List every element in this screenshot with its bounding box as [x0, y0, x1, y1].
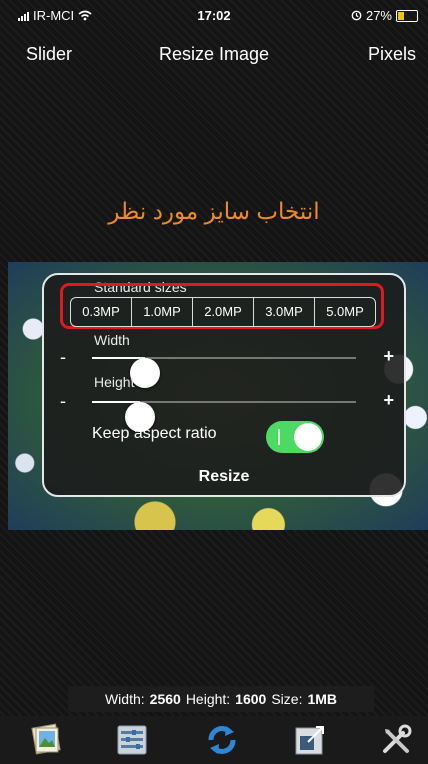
size-option-3.0mp[interactable]: 3.0MP — [253, 298, 314, 326]
keep-aspect-ratio-label: Keep aspect ratio — [92, 425, 217, 442]
width-decrease-button[interactable]: - — [60, 347, 66, 368]
battery-icon — [396, 9, 418, 22]
resize-panel: Standard sizes 0.3MP 1.0MP 2.0MP 3.0MP 5… — [42, 273, 406, 497]
toggle-on-mark — [278, 429, 280, 445]
select-size-banner: انتخاب سایز مورد نظر — [108, 198, 320, 224]
battery-percent: 27% — [365, 8, 392, 23]
size-option-2.0mp[interactable]: 2.0MP — [192, 298, 253, 326]
image-info-bar: Width: 2560 Height: 1600 Size: 1MB — [68, 686, 374, 712]
width-slider-fill — [92, 357, 145, 359]
page-title: Resize Image — [158, 44, 270, 64]
height-increase-button[interactable]: + — [383, 390, 394, 411]
size-value: 1MB — [307, 691, 338, 707]
nav-bar: Slider Resize Image Pixels — [0, 38, 428, 68]
alarm-icon — [351, 10, 362, 21]
settings-list-icon[interactable] — [114, 722, 150, 758]
resize-button[interactable]: Resize — [44, 468, 404, 486]
size-info-label: Size: — [271, 691, 303, 707]
size-option-0.3mp[interactable]: 0.3MP — [71, 298, 131, 326]
photo-library-icon[interactable] — [28, 722, 64, 758]
resize-image-icon[interactable] — [292, 722, 328, 758]
status-right: 27% — [351, 8, 418, 23]
width-slider-track[interactable] — [92, 357, 356, 388]
width-slider-row: - + — [44, 343, 408, 388]
refresh-icon[interactable] — [204, 722, 240, 758]
pixels-button[interactable]: Pixels — [368, 44, 416, 65]
height-decrease-button[interactable]: - — [60, 391, 66, 412]
keep-aspect-ratio-toggle[interactable] — [266, 421, 324, 453]
standard-sizes-selector: 0.3MP 1.0MP 2.0MP 3.0MP 5.0MP — [70, 297, 376, 327]
bottom-toolbar — [0, 716, 428, 764]
status-bar: IR-MCI 17:02 27% — [0, 0, 428, 30]
height-slider-row: - + — [44, 387, 408, 432]
width-info-label: Width: — [104, 691, 145, 707]
height-slider-track[interactable] — [92, 401, 356, 432]
toggle-knob — [294, 423, 322, 451]
size-option-5.0mp[interactable]: 5.0MP — [314, 298, 375, 326]
width-value: 2560 — [149, 691, 181, 707]
size-option-1.0mp[interactable]: 1.0MP — [131, 298, 192, 326]
width-increase-button[interactable]: + — [383, 346, 394, 367]
height-info-label: Height: — [185, 691, 231, 707]
height-value: 1600 — [235, 691, 267, 707]
tools-icon[interactable] — [378, 722, 414, 758]
